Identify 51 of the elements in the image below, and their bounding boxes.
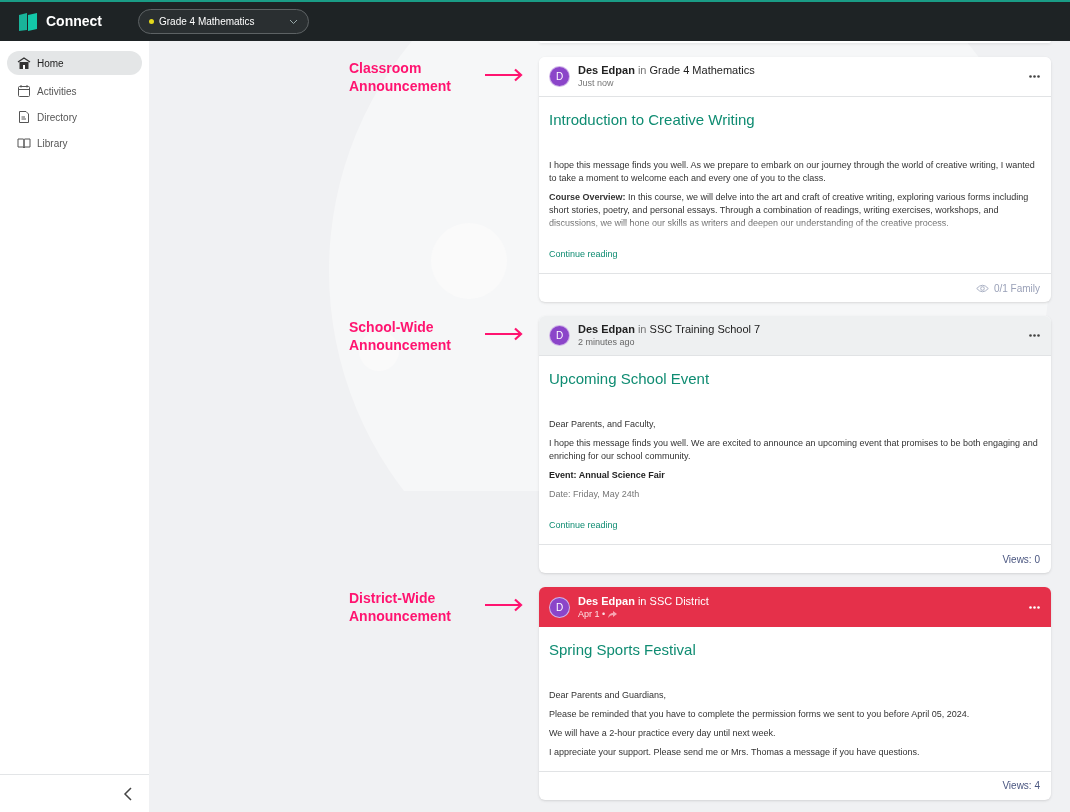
post-paragraph: We will have a 2-hour practice every day until next week.: [549, 726, 777, 740]
home-icon: [17, 56, 31, 70]
post-paragraph: I hope this message finds you well. As we prepare to embark on our journey through the world of creative writing, I wanted to take a moment to welcome each and every one of you to the class.: [549, 158, 1036, 185]
ellipsis-icon: [1028, 75, 1040, 78]
app-name: Connect: [46, 12, 102, 31]
post-paragraph: Please be reminded that you have to complete the permission forms we sent to you before April 05, 2024.: [549, 707, 971, 721]
continue-reading-link[interactable]: Continue reading: [549, 247, 618, 261]
sidebar-item[interactable]: Home: [7, 51, 142, 75]
annotation-label: Classroom Announcement: [349, 59, 452, 95]
post-paragraph: Dear Parents and Guardians,: [549, 688, 668, 702]
post-author-line: Des Edpan in SSC District: [578, 593, 710, 608]
post-paragraph: Event: Annual Science Fair: [549, 468, 666, 482]
post-time: Just now: [578, 77, 614, 90]
view-count: Views: 4: [1002, 779, 1040, 793]
ellipsis-icon: [1028, 334, 1040, 337]
sidebar-item[interactable]: Directory: [7, 107, 142, 127]
logo-icon: [18, 11, 38, 32]
avatar: D: [549, 66, 570, 87]
sidebar-item[interactable]: Activities: [7, 81, 142, 101]
chevron-down-icon: [289, 18, 298, 25]
avatar: D: [549, 596, 570, 618]
post-time: 2 minutes ago: [578, 336, 635, 349]
arrow-icon: [484, 598, 524, 612]
calendar-icon: [17, 84, 31, 98]
view-count: Views: 0: [1002, 552, 1040, 567]
post-paragraph: Course Overview: In this course, we will delve into the art and craft of creative writing, exploring various forms including short stories, poetry, and personal essays. Through a combination of readings, writing exercises, workshops, and discussions, we will hone our skills as writers and deepen our understanding of the creative process.: [549, 190, 1030, 230]
post-paragraph: I appreciate your support. Please send me or Mrs. Thomas a message if you have questions.: [549, 745, 921, 759]
post-author-line: Des Edpan in Grade 4 Mathematics: [578, 63, 756, 77]
document-icon: [17, 110, 31, 124]
eye-icon: [975, 283, 989, 293]
post-author-line: Des Edpan in SSC Training School 7: [578, 322, 762, 336]
post-paragraph: I hope this message finds you well. We are excited to announce an upcoming event that promises to be both engaging and enriching for our school community.: [549, 436, 1039, 463]
collapse-sidebar-button[interactable]: [121, 785, 133, 802]
book-icon: [17, 136, 31, 150]
annotation-label: District-Wide Announcement: [349, 589, 452, 625]
continue-reading-link[interactable]: Continue reading: [549, 518, 618, 532]
sidebar-item[interactable]: Library: [7, 133, 142, 153]
view-count: 0/1 Family: [993, 281, 1040, 296]
arrow-icon: [484, 68, 524, 82]
post-time: Apr 1 •: [578, 607, 606, 621]
class-selector[interactable]: Grade 4 Mathematics: [138, 9, 309, 34]
share-icon: [608, 610, 618, 618]
post-paragraph: Date: Friday, May 24th: [549, 487, 641, 501]
annotation-label: School-Wide Announcement: [349, 318, 452, 354]
post-title: Introduction to Creative Writing: [549, 110, 756, 130]
avatar: D: [549, 325, 570, 346]
post-paragraph: Dear Parents, and Faculty,: [549, 417, 657, 431]
arrow-icon: [484, 327, 524, 341]
ellipsis-icon: [1028, 605, 1040, 609]
post-title: Upcoming School Event: [549, 369, 711, 389]
post-title: Spring Sports Festival: [549, 640, 697, 660]
